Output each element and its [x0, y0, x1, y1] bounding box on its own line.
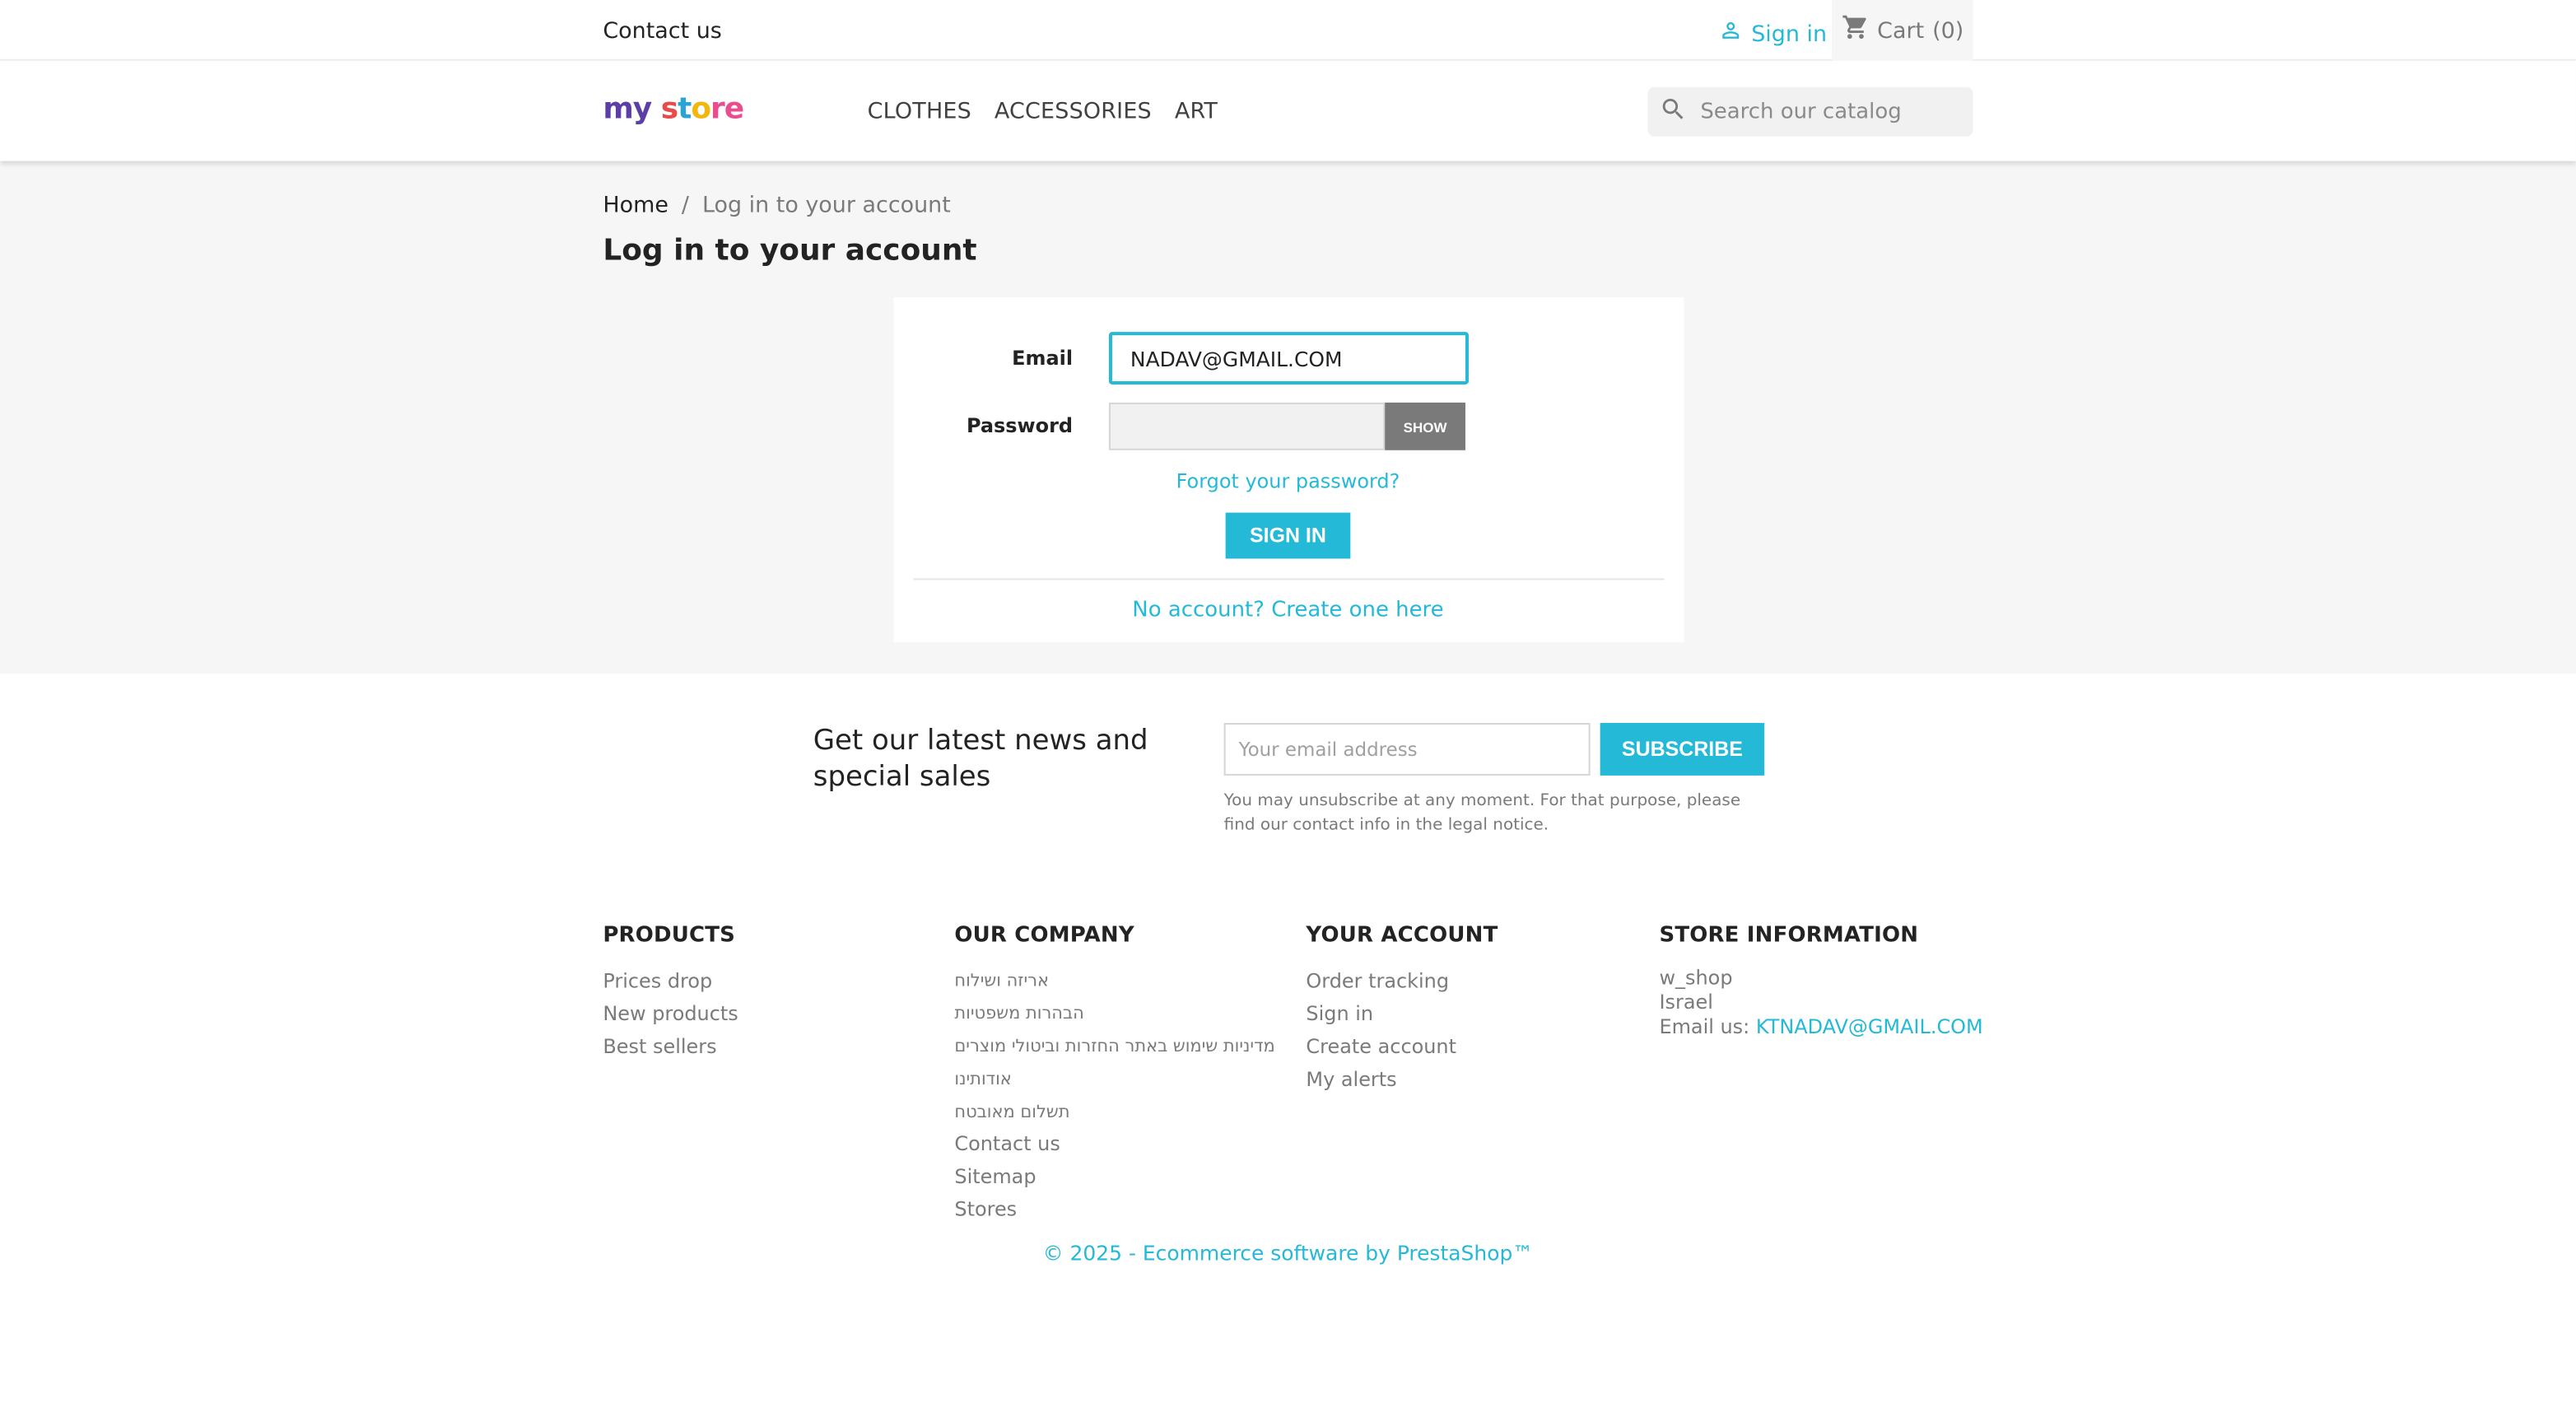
newsletter-note: You may unsubscribe at any moment. For t… — [1223, 791, 1741, 835]
subscribe-button[interactable]: SUBSCRIBE — [1600, 723, 1765, 776]
copyright-link[interactable]: © 2025 - Ecommerce software by PrestaSho… — [0, 1241, 2576, 1266]
footer-link[interactable]: Prices drop — [603, 966, 738, 999]
footer-account-title: YOUR ACCOUNT — [1306, 923, 1498, 949]
store-info-block: w_shop Israel Email us: KTNADAV@GMAIL.CO… — [1659, 966, 1982, 1040]
footer-link[interactable]: מדיניות שימוש באתר החזרות וביטולי מוצרים — [954, 1032, 1274, 1065]
footer-link[interactable]: אריזה ושילוח — [954, 966, 1274, 999]
footer-link[interactable]: Best sellers — [603, 1032, 738, 1065]
search-icon[interactable] — [1659, 95, 1687, 129]
store-country: Israel — [1659, 991, 1713, 1014]
footer-link[interactable]: Stores — [954, 1195, 1274, 1228]
top-bar: Contact us Sign in Cart (0) — [0, 0, 2576, 61]
sign-in-link[interactable]: Sign in — [1718, 18, 1827, 49]
footer-our-company: OUR COMPANY אריזה ושילוח הבהרות משפטיות … — [954, 923, 1274, 1227]
nav-item-clothes[interactable]: CLOTHES — [868, 99, 971, 125]
nav-item-accessories[interactable]: ACCESSORIES — [995, 99, 1152, 125]
footer-link[interactable]: Order tracking — [1306, 966, 1498, 999]
sign-in-label: Sign in — [1751, 20, 1828, 47]
page: Contact us Sign in Cart (0) my store CLO… — [0, 0, 2576, 1420]
person-icon — [1718, 18, 1743, 49]
breadcrumb-separator: / — [681, 192, 689, 219]
footer-link[interactable]: אודותינו — [954, 1064, 1274, 1097]
footer-link[interactable]: הבהרות משפטיות — [954, 999, 1274, 1032]
footer-link[interactable]: My alerts — [1306, 1064, 1498, 1097]
footer-your-account: YOUR ACCOUNT Order tracking Sign in Crea… — [1306, 923, 1498, 1097]
page-title: Log in to your account — [603, 233, 977, 268]
store-name: w_shop — [1659, 966, 1733, 990]
footer-link[interactable]: Sitemap — [954, 1163, 1274, 1196]
newsletter-email-input[interactable] — [1223, 723, 1591, 776]
breadcrumb: Home / Log in to your account — [603, 192, 950, 218]
breadcrumb-home[interactable]: Home — [603, 192, 668, 218]
store-logo[interactable]: my store — [603, 92, 744, 127]
login-card: Email Password SHOW Forgot your password… — [893, 297, 1684, 643]
sign-in-button[interactable]: SIGN IN — [1225, 512, 1351, 559]
search-box — [1647, 86, 1973, 137]
cart-label: Cart — [1877, 16, 1925, 44]
footer-products: PRODUCTS Prices drop New products Best s… — [603, 923, 738, 1064]
password-label: Password — [966, 413, 1074, 437]
header: my store CLOTHES ACCESSORIES ART — [0, 60, 2576, 161]
email-label: Email — [1012, 347, 1074, 370]
shopping-cart-icon — [1841, 13, 1869, 48]
footer-link[interactable]: תשלום מאובטח — [954, 1097, 1274, 1130]
password-field[interactable] — [1108, 402, 1386, 450]
create-account-link[interactable]: No account? Create one here — [894, 598, 1683, 622]
search-input[interactable] — [1700, 99, 1963, 124]
cart-count: (0) — [1932, 16, 1964, 44]
cart-button[interactable]: Cart (0) — [1831, 0, 1973, 61]
footer-products-title: PRODUCTS — [603, 923, 736, 949]
store-email-label: Email us: — [1659, 1015, 1750, 1039]
main-nav: CLOTHES ACCESSORIES ART — [868, 99, 1218, 125]
footer-company-title: OUR COMPANY — [954, 923, 1134, 949]
store-email-link[interactable]: KTNADAV@GMAIL.COM — [1756, 1015, 1983, 1038]
footer-link[interactable]: Sign in — [1306, 999, 1498, 1032]
footer-link[interactable]: Create account — [1306, 1032, 1498, 1065]
footer-store-information: STORE INFORMATION w_shop Israel Email us… — [1659, 923, 1982, 1040]
breadcrumb-current: Log in to your account — [701, 192, 951, 219]
main-content: Home / Log in to your account Log in to … — [0, 161, 2576, 674]
footer-store-title: STORE INFORMATION — [1659, 923, 1919, 949]
newsletter-title: Get our latest news and special sales — [813, 725, 1148, 794]
contact-us-link[interactable]: Contact us — [603, 18, 721, 44]
email-field[interactable] — [1108, 332, 1469, 385]
footer-link[interactable]: Contact us — [954, 1130, 1274, 1163]
forgot-password-link[interactable]: Forgot your password? — [894, 470, 1683, 493]
nav-item-art[interactable]: ART — [1175, 99, 1218, 125]
footer-link[interactable]: New products — [603, 999, 738, 1032]
divider — [913, 578, 1665, 580]
store-email-row: Email us: KTNADAV@GMAIL.COM — [1659, 1015, 1982, 1040]
show-password-button[interactable]: SHOW — [1385, 402, 1465, 450]
